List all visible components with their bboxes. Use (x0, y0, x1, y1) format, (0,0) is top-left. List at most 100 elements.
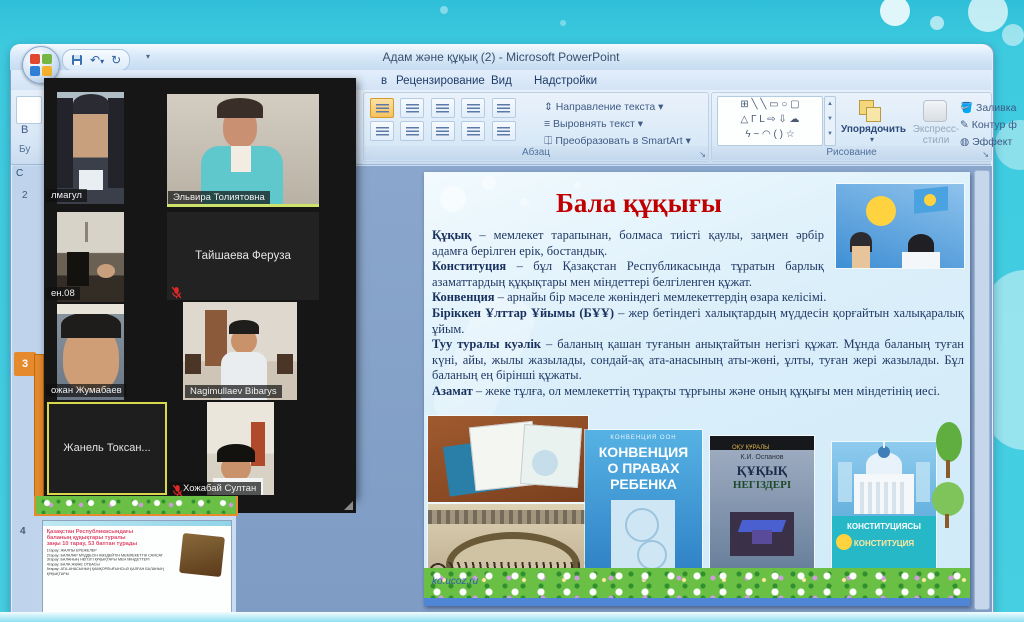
slide-body-text: Құқық – мемлекет тарапынан, болмаса тиіс… (432, 228, 964, 400)
save-icon[interactable] (71, 54, 83, 66)
wallpaper-bubble (1002, 24, 1024, 46)
participant-name-label: лмагул (46, 189, 87, 202)
paragraph-group: ⇕ Направление текста ▾ ≡ Выровнять текст… (363, 92, 709, 162)
hair (61, 312, 121, 338)
paragraph-group-label: Абзац (364, 146, 708, 160)
bullets-button[interactable] (370, 98, 394, 118)
slide-bottom-bar (424, 598, 970, 606)
align-center-button[interactable] (400, 121, 424, 141)
tv-screen (67, 252, 89, 286)
person-small (97, 264, 115, 278)
thumb-title: Қазақстан Республикасындағы баланың құқы… (47, 528, 140, 547)
slide-4-thumbnail[interactable]: Қазақстан Республикасындағы баланың құқы… (42, 520, 232, 614)
justify-button[interactable] (461, 121, 485, 141)
paste-button-label[interactable]: В (21, 124, 28, 136)
text-wrap-spacer (824, 228, 964, 270)
drawing-dialog-launcher[interactable]: ↘ (982, 150, 989, 159)
redo-icon[interactable]: ↻ (111, 53, 121, 67)
hair (217, 98, 263, 118)
decrease-indent-button[interactable] (431, 98, 455, 118)
slide-4-number[interactable]: 4 (20, 526, 26, 537)
participant-name-label: ен.08 (46, 287, 80, 300)
wallpaper-bubble (560, 20, 566, 26)
trees-decoration (932, 422, 966, 542)
law-basics-book-cover: ОҚУ ҚҰРАЛЫ К.И. Оспанов ҚҰҚЫҚ НЕГІЗДЕРІ (710, 436, 814, 568)
list-buttons-row (370, 98, 518, 118)
meeting-window-corner (230, 496, 356, 513)
title-bar[interactable]: Адам және құқық (2) - Microsoft PowerPoi… (10, 44, 992, 70)
shapes-gallery[interactable]: ⊞ ╲ ╲ ▭ ○ ▢ △ Γ L ⇨ ⇩ ☁ ϟ ~ ◠ ( ) ☆ (717, 96, 823, 146)
slides-tab-partial[interactable]: С (16, 168, 23, 179)
paste-icon[interactable] (16, 96, 42, 124)
columns-button[interactable] (492, 121, 516, 141)
flag-band: КОНСТИТУЦИЯСЫ КОНСТИТУЦИЯ (832, 516, 936, 570)
ak-orda-palace (854, 474, 914, 514)
blouse (231, 146, 251, 172)
flower-border (424, 568, 970, 598)
text-direction-button[interactable]: ⇕ Направление текста ▾ (544, 97, 663, 115)
align-right-button[interactable] (431, 121, 455, 141)
tab-view[interactable]: Вид (481, 72, 522, 90)
hair (217, 444, 255, 462)
paragraph-dialog-launcher[interactable]: ↘ (699, 150, 706, 159)
quick-access-toolbar: ↶▾ ↻ (62, 49, 130, 71)
align-text-button[interactable]: ≡ Выровнять текст ▾ (544, 114, 643, 132)
watermark: ko.ucoz.ru (432, 576, 478, 587)
slide-3-thumbnail-bottom[interactable] (34, 496, 238, 516)
participant-name-label: Эльвира Толиятовна (168, 191, 270, 204)
shape-fill-button[interactable]: 🪣 Заливка (960, 98, 1016, 116)
align-left-button[interactable] (370, 121, 394, 141)
office-logo-green (42, 54, 52, 64)
birth-certificate-photo (428, 416, 588, 502)
drawing-group: ⊞ ╲ ╲ ▭ ○ ▢ △ Γ L ⇨ ⇩ ☁ ϟ ~ ◠ ( ) ☆ ▲▼▼ … (711, 92, 992, 162)
office-logo-blue (30, 66, 40, 76)
participant-name-label: ожан Жумабаев (46, 384, 127, 397)
baby-sketch (611, 500, 675, 578)
wallpaper-bubble (930, 16, 944, 30)
slide-3-selection-border[interactable] (34, 354, 44, 514)
numbering-button[interactable] (400, 98, 424, 118)
participant-video-7[interactable]: Жанель Токсан... (47, 402, 167, 495)
chair (185, 354, 201, 374)
office-logo-red (30, 54, 40, 64)
increase-indent-button[interactable] (461, 98, 485, 118)
collar (79, 170, 103, 190)
tab-addins[interactable]: Надстройки (524, 72, 607, 90)
slide-3-number[interactable]: 3 (14, 352, 36, 376)
vertical-scrollbar[interactable] (974, 170, 990, 610)
line-spacing-button[interactable] (492, 98, 516, 118)
participant-name-label: Nagimullaev Bibarys (185, 385, 282, 398)
undo-icon[interactable]: ↶▾ (90, 53, 104, 67)
participant-name-centered: Жанель Токсан... (49, 442, 165, 454)
mic-muted-icon (171, 286, 182, 299)
hair (229, 320, 259, 334)
resize-handle[interactable] (344, 501, 353, 510)
hair-left (57, 98, 73, 188)
participant-video-1[interactable] (57, 92, 124, 204)
slide-title: Бала құқығы (434, 188, 844, 219)
slide-canvas[interactable]: Бала құқығы Құқық – мемлекет тарапынан, … (424, 172, 970, 606)
hair-top (73, 94, 109, 114)
clipboard-group-label: Бу (19, 144, 30, 155)
align-buttons-row (370, 121, 518, 141)
slide-2-number[interactable]: 2 (22, 190, 28, 201)
participant-video-4[interactable]: Тайшаева Феруза (167, 212, 319, 300)
wallpaper-bubble (968, 0, 1008, 32)
constitution-book-cover: КОНСТИТУЦИЯСЫ КОНСТИТУЦИЯ (832, 442, 936, 570)
convention-book-cover: КОНВЕНЦИЯ ООН КОНВЕНЦИЯ О ПРАВАХ РЕБЕНКА (585, 430, 702, 582)
law-book-author: К.И. Оспанов (710, 454, 814, 461)
hair-right (108, 98, 124, 188)
graduation-cap-image (730, 512, 794, 556)
drawing-group-label: Рисование (712, 146, 991, 160)
qat-customize-icon[interactable]: ▾ (146, 52, 150, 61)
window-title: Адам және құқық (2) - Microsoft PowerPoi… (382, 50, 619, 64)
wallpaper-bubble (880, 0, 910, 26)
thumb-plaque-image (179, 533, 225, 577)
law-book-band: ОҚУ ҚҰРАЛЫ (732, 445, 769, 451)
shapes-gallery-scrollbar[interactable]: ▲▼▼ (824, 96, 836, 146)
quick-styles-icon (923, 100, 947, 122)
shape-outline-button[interactable]: ✎ Контур ф (960, 115, 1017, 133)
wallpaper-bubble (440, 6, 448, 14)
ceiling (57, 304, 124, 314)
tab-review[interactable]: Рецензирование (386, 72, 495, 90)
